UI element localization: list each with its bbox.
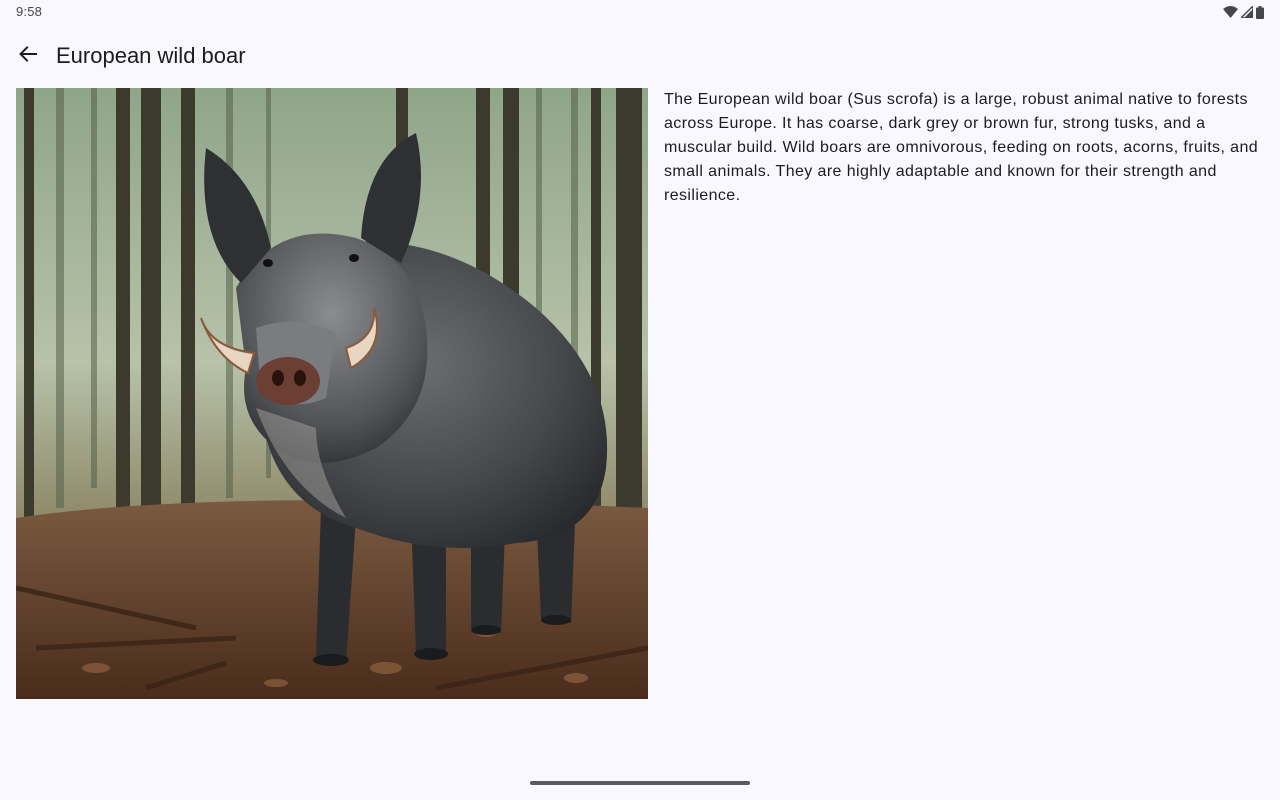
page-title: European wild boar [56, 43, 246, 68]
wifi-icon [1223, 6, 1238, 18]
status-icons [1223, 5, 1264, 19]
status-bar: 9:58 [0, 0, 1280, 24]
top-app-bar: European wild boar [0, 32, 1280, 80]
gesture-nav-handle[interactable] [530, 781, 750, 785]
back-button[interactable] [8, 36, 48, 76]
cellular-signal-icon [1241, 6, 1253, 18]
description-text: The European wild boar (Sus scrofa) is a… [664, 91, 1259, 204]
status-time: 9:58 [16, 4, 43, 19]
battery-icon [1256, 5, 1264, 19]
boar-image [16, 88, 648, 699]
arrow-back-icon [18, 44, 38, 69]
